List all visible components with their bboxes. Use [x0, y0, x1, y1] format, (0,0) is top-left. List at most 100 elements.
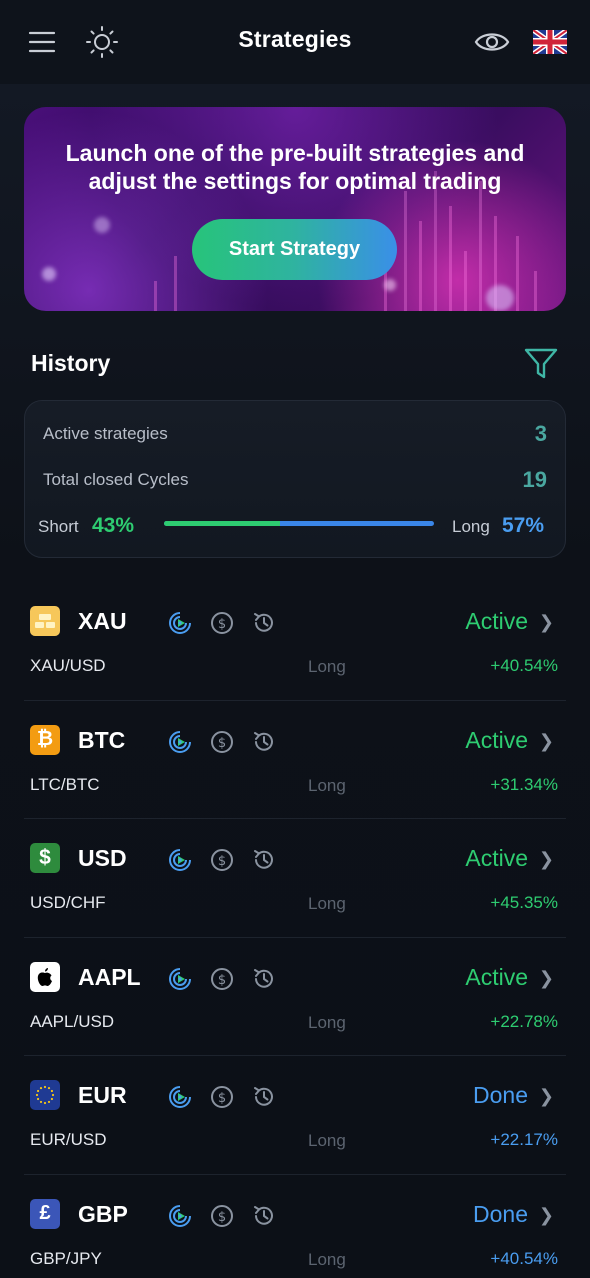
dollar-coin-icon[interactable]: $: [206, 847, 238, 873]
ratio-bar: [164, 521, 434, 526]
pnl-value: +22.78%: [490, 1011, 558, 1031]
dollar-coin-icon[interactable]: $: [206, 610, 238, 636]
history-icon[interactable]: [248, 729, 280, 755]
banner-chart-decoration: [24, 107, 566, 311]
trading-pair: USD/CHF: [30, 893, 106, 912]
dollar-coin-icon[interactable]: $: [206, 966, 238, 992]
strategy-actions: $: [164, 1203, 280, 1229]
direction-label: Long: [308, 775, 346, 795]
svg-text:$: $: [218, 736, 226, 751]
pound-icon: £: [30, 1198, 60, 1229]
run-strategy-icon[interactable]: [164, 1084, 196, 1110]
direction-label: Long: [308, 1131, 346, 1150]
banner-headline: Launch one of the pre-built strategies a…: [65, 140, 525, 194]
top-bar: Strategies: [0, 0, 590, 84]
chevron-right-icon[interactable]: ❯: [539, 1086, 554, 1107]
trading-pair: GBP/JPY: [30, 1248, 102, 1268]
asset-symbol: USD: [78, 845, 127, 871]
svg-text:$: $: [218, 617, 226, 632]
short-percent: 43%: [92, 514, 135, 537]
banner-glow: [94, 217, 110, 233]
run-strategy-icon[interactable]: [164, 610, 196, 636]
history-icon[interactable]: [248, 847, 280, 873]
bitcoin-icon: ₿: [30, 724, 60, 755]
pnl-value: +22.17%: [490, 1130, 558, 1149]
status-label: Active: [465, 963, 528, 990]
status-label: Active: [465, 608, 528, 634]
strategy-actions: $: [164, 1084, 280, 1110]
asset-symbol: GBP: [78, 1200, 128, 1227]
status-label: Done: [473, 1200, 528, 1227]
direction-label: Long: [308, 1012, 346, 1032]
history-title: History: [31, 350, 111, 376]
svg-text:$: $: [218, 973, 226, 988]
trading-pair: EUR/USD: [30, 1130, 107, 1149]
strategy-actions: $: [164, 847, 280, 873]
svg-text:$: $: [218, 1091, 226, 1106]
chevron-right-icon[interactable]: ❯: [539, 849, 554, 870]
long-label: Long: [452, 517, 490, 536]
closed-cycles-value: 19: [522, 467, 547, 492]
pnl-value: +45.35%: [490, 893, 558, 912]
trading-pair: LTC/BTC: [30, 774, 100, 794]
direction-label: Long: [308, 1249, 346, 1269]
pnl-value: +31.34%: [490, 774, 558, 794]
history-icon[interactable]: [248, 966, 280, 992]
run-strategy-icon[interactable]: [164, 966, 196, 992]
closed-cycles-label: Total closed Cycles: [43, 470, 189, 489]
dollar-coin-icon[interactable]: $: [206, 1203, 238, 1229]
run-strategy-icon[interactable]: [164, 847, 196, 873]
dollar-coin-icon[interactable]: $: [206, 729, 238, 755]
long-percent: 57%: [502, 514, 545, 537]
status-label: Active: [465, 726, 528, 753]
banner-glow: [42, 267, 56, 281]
uk-flag-icon[interactable]: [530, 22, 570, 62]
strategy-actions: $: [164, 729, 280, 755]
ratio-bar-short-fill: [164, 521, 281, 526]
gold-bars-icon: [30, 606, 60, 636]
dollar-icon: $: [30, 843, 60, 873]
dollar-coin-icon[interactable]: $: [206, 1084, 238, 1110]
filter-icon[interactable]: [522, 346, 560, 382]
asset-symbol: EUR: [78, 1082, 127, 1108]
strategy-row[interactable]: XAU $ Active ❯ XAU/USD Long +40.54%: [24, 582, 566, 701]
strategy-row[interactable]: EUR $ Done ❯ EUR/USD Long +22.17%: [24, 1056, 566, 1175]
history-icon[interactable]: [248, 1203, 280, 1229]
strategy-row[interactable]: £ GBP $ Done ❯ GBP/JPY Long +40.54%: [24, 1175, 566, 1278]
svg-text:$: $: [218, 1210, 226, 1225]
promo-banner: Launch one of the pre-built strategies a…: [24, 107, 566, 311]
run-strategy-icon[interactable]: [164, 729, 196, 755]
pnl-value: +40.54%: [490, 656, 558, 675]
active-strategies-value: 3: [534, 421, 547, 446]
active-strategies-row: Active strategies 3: [43, 421, 547, 447]
eu-flag-icon: [30, 1080, 60, 1110]
apple-icon: [30, 961, 60, 992]
strategy-actions: $: [164, 966, 280, 992]
history-icon[interactable]: [248, 1084, 280, 1110]
banner-glow: [384, 279, 396, 291]
strategy-row[interactable]: AAPL $ Active ❯ AAPL/USD Long +22.78%: [24, 938, 566, 1056]
short-long-ratio: Short 43% Long 57%: [38, 513, 551, 539]
direction-label: Long: [308, 657, 346, 676]
strategy-list: XAU $ Active ❯ XAU/USD Long +40.54% ₿ BTC $ Active…: [24, 582, 566, 1278]
strategy-row[interactable]: $ USD $ Active ❯ USD/CHF Long +45.35%: [24, 819, 566, 938]
active-strategies-label: Active strategies: [43, 424, 168, 443]
run-strategy-icon[interactable]: [164, 1203, 196, 1229]
closed-cycles-row: Total closed Cycles 19: [43, 467, 547, 493]
trading-pair: AAPL/USD: [30, 1011, 115, 1031]
pnl-value: +40.54%: [490, 1248, 558, 1268]
start-strategy-button[interactable]: Start Strategy: [192, 219, 397, 280]
strategy-row[interactable]: ₿ BTC $ Active ❯ LTC/BTC Long +31.34%: [24, 701, 566, 819]
history-stats-card: Active strategies 3 Total closed Cycles …: [24, 400, 566, 558]
asset-symbol: BTC: [78, 726, 126, 753]
chevron-right-icon[interactable]: ❯: [539, 731, 554, 752]
history-icon[interactable]: [248, 610, 280, 636]
chevron-right-icon[interactable]: ❯: [539, 968, 554, 989]
status-label: Done: [473, 1082, 528, 1108]
eye-icon[interactable]: [472, 22, 512, 62]
short-label: Short: [38, 517, 79, 536]
chevron-right-icon[interactable]: ❯: [539, 1205, 554, 1226]
status-label: Active: [465, 845, 528, 871]
chevron-right-icon[interactable]: ❯: [539, 612, 554, 633]
trading-pair: XAU/USD: [30, 656, 106, 675]
